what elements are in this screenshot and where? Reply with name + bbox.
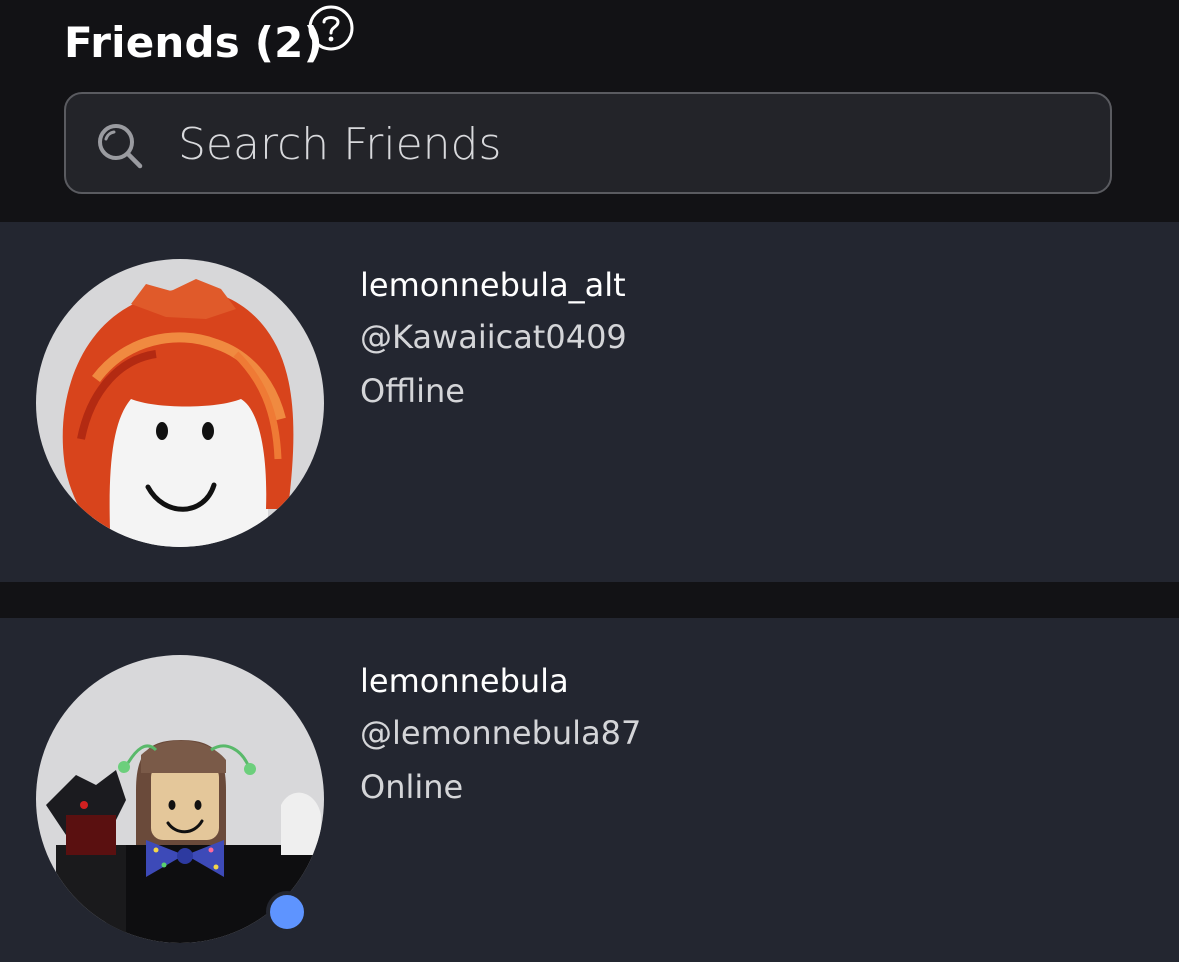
- display-name[interactable]: lemonnebula: [360, 656, 641, 706]
- title-row: Friends (2): [64, 10, 323, 74]
- online-status-dot: [266, 891, 308, 933]
- page-title: Friends (2): [64, 17, 323, 67]
- search-box[interactable]: [64, 92, 1112, 194]
- search-icon: [94, 120, 146, 172]
- friend-info: lemonnebula @lemonnebula87 Online: [360, 656, 641, 814]
- friends-header: Friends (2): [0, 0, 1179, 222]
- username: @lemonnebula87: [360, 714, 642, 752]
- presence-status: Offline: [360, 372, 465, 410]
- display-name[interactable]: lemonnebula_alt: [360, 260, 627, 310]
- presence-status: Online: [360, 768, 464, 806]
- question-circle-icon[interactable]: [306, 3, 356, 53]
- search-input[interactable]: [176, 110, 1080, 178]
- friend-card[interactable]: lemonnebula_alt @Kawaiicat0409 Offline: [0, 222, 1179, 582]
- avatar[interactable]: [36, 259, 324, 547]
- username: @Kawaiicat0409: [360, 318, 627, 356]
- friend-info: lemonnebula_alt @Kawaiicat0409 Offline: [360, 260, 627, 418]
- friend-card[interactable]: lemonnebula @lemonnebula87 Online: [0, 618, 1179, 962]
